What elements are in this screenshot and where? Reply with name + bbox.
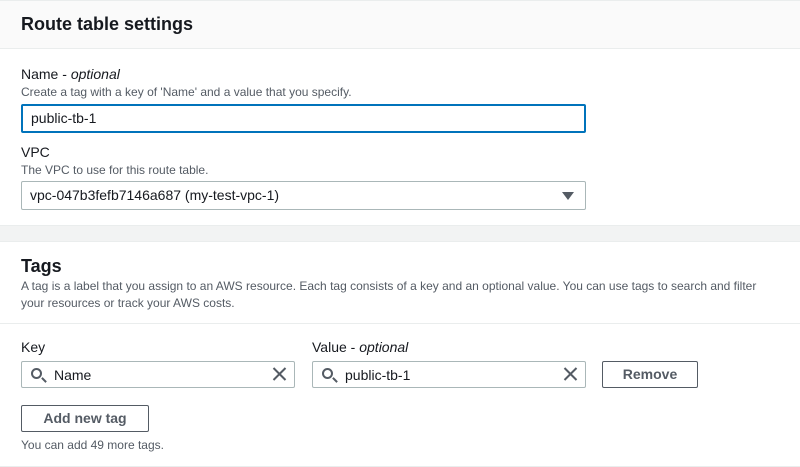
tags-title: Tags	[21, 256, 62, 276]
tag-value-input[interactable]: public-tb-1	[312, 361, 586, 388]
tag-key-input[interactable]: Name	[21, 361, 295, 388]
key-header: Key	[21, 339, 46, 355]
add-new-tag-button[interactable]: Add new tag	[21, 405, 149, 432]
divider	[0, 323, 800, 324]
name-description: Create a tag with a key of 'Name' and a …	[21, 85, 352, 99]
vpc-select[interactable]: vpc-047b3fefb7146a687 (my-test-vpc-1)	[21, 181, 586, 210]
search-icon	[322, 368, 333, 379]
route-table-settings-panel: Route table settings Name - optional Cre…	[0, 0, 800, 226]
remove-tag-button[interactable]: Remove	[602, 361, 698, 388]
tags-description: A tag is a label that you assign to an A…	[21, 279, 757, 310]
close-icon[interactable]	[563, 367, 577, 381]
panel-title: Route table settings	[21, 14, 194, 34]
close-icon[interactable]	[272, 367, 286, 381]
vpc-description: The VPC to use for this route table.	[21, 163, 209, 177]
name-label-text: Name	[21, 66, 59, 82]
tags-panel: Tags A tag is a label that you assign to…	[0, 241, 800, 467]
value-header-text: Value	[312, 339, 347, 355]
name-optional-text: optional	[70, 66, 120, 82]
vpc-selected-value: vpc-047b3fefb7146a687 (my-test-vpc-1)	[30, 187, 280, 203]
name-input[interactable]: public-tb-1	[21, 104, 586, 133]
panel-header: Route table settings	[0, 1, 800, 49]
name-label: Name - optional	[21, 66, 120, 82]
tag-key-value: Name	[54, 367, 92, 383]
remaining-tags-hint: You can add 49 more tags.	[21, 438, 164, 452]
tag-value-value: public-tb-1	[345, 367, 411, 383]
vpc-label: VPC	[21, 144, 50, 160]
search-icon	[31, 368, 42, 379]
caret-down-icon	[562, 192, 574, 200]
value-header: Value - optional	[312, 339, 409, 355]
value-optional-text: optional	[359, 339, 409, 355]
